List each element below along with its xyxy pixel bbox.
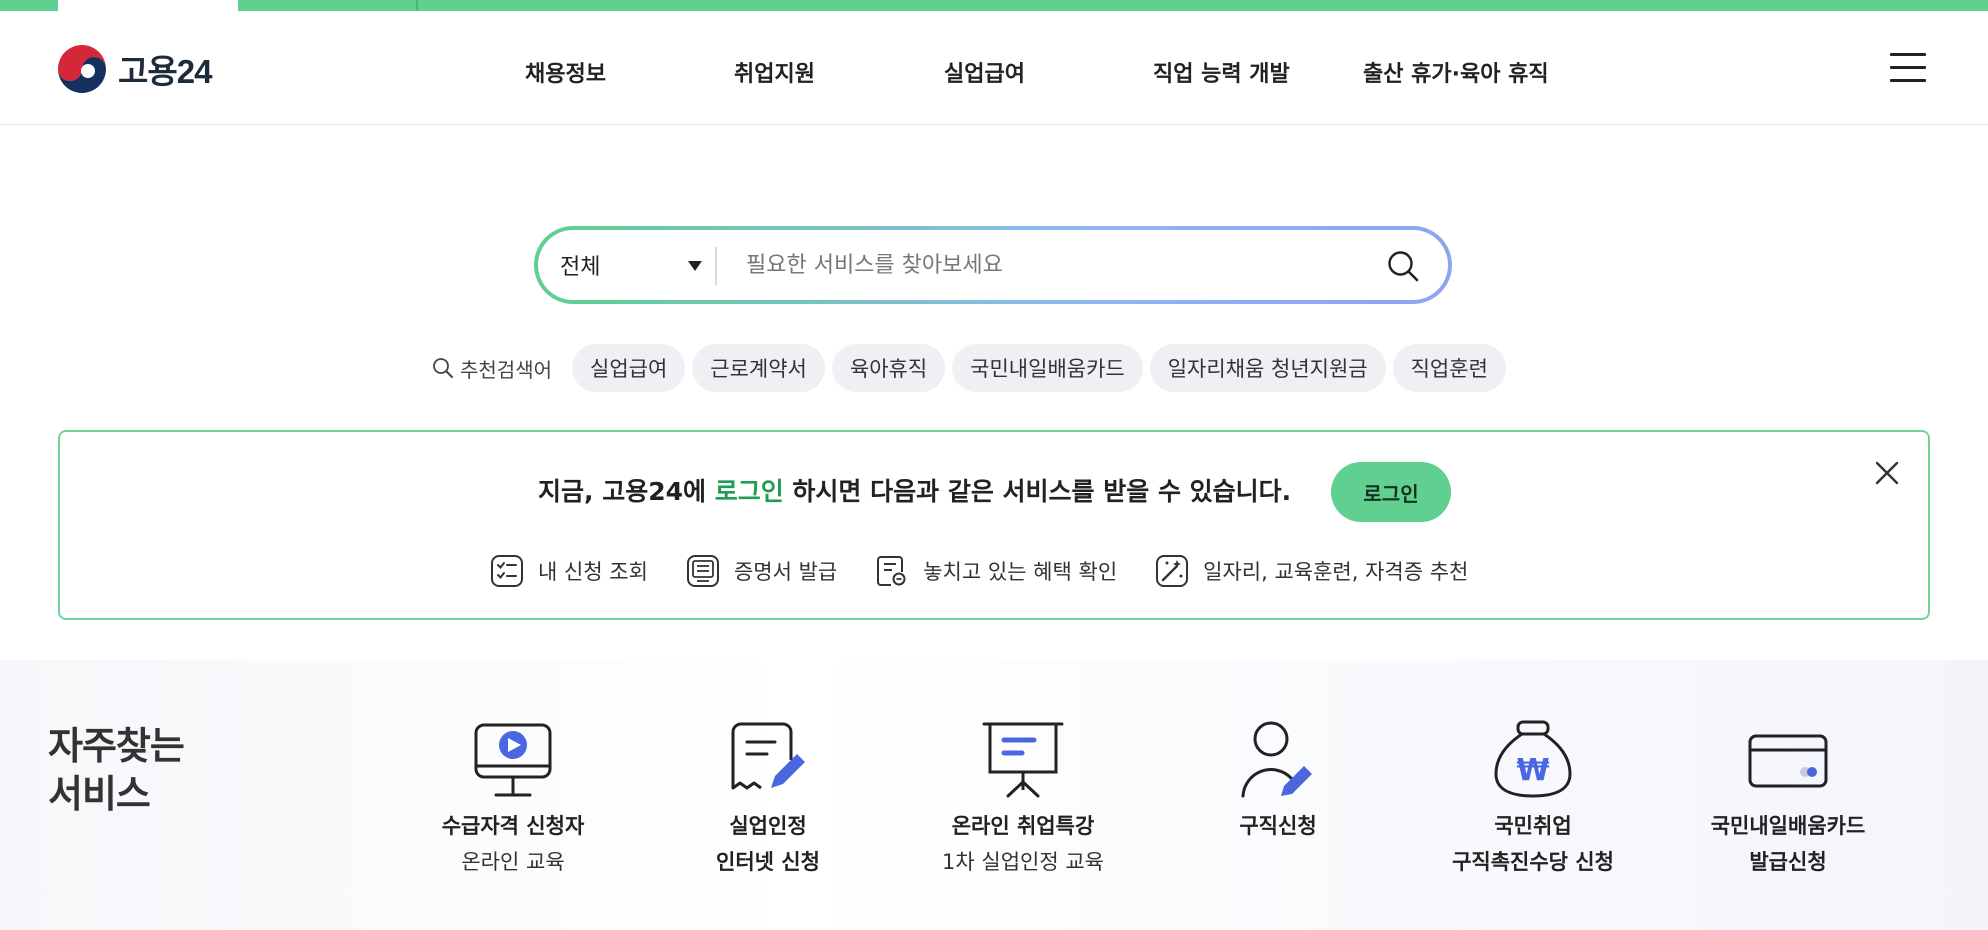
magic-wand-icon — [1156, 555, 1189, 587]
banner-login-link[interactable]: 로그인 — [715, 477, 784, 506]
recommended-keywords-label: 추천검색어 — [432, 354, 552, 383]
search-input[interactable] — [746, 244, 1346, 286]
taegeuk-logo-icon — [58, 45, 106, 93]
hamburger-line — [1890, 79, 1926, 82]
card-icon — [1748, 734, 1828, 788]
search-bar-inner: 전체 — [538, 230, 1448, 300]
close-icon[interactable] — [1874, 460, 1900, 486]
nav-item-employment-support[interactable]: 취업지원 — [734, 56, 815, 88]
frequent-services-title: 자주찾는 서비스 — [48, 722, 185, 818]
benefit-label: 내 신청 조회 — [538, 560, 648, 584]
benefit-missed-benefits: 놓치고 있는 혜택 확인 — [875, 554, 1117, 588]
banner-title-suffix: 하시면 다음과 같은 서비스를 받을 수 있습니다. — [783, 477, 1292, 506]
person-pen-icon — [1241, 721, 1312, 798]
service-line2: 발급신청 — [1749, 850, 1827, 874]
service-line2: 구직촉진수당 신청 — [1452, 850, 1614, 874]
benefit-label: 증명서 발급 — [733, 560, 838, 584]
benefit-my-applications: 내 신청 조회 — [490, 554, 648, 588]
svg-text:₩: ₩ — [1516, 753, 1549, 788]
service-line2: 인터넷 신청 — [716, 850, 820, 874]
service-learning-card[interactable]: 국민내일배움카드 발급신청 — [1678, 720, 1898, 876]
top-accent-gap — [58, 0, 238, 11]
benefit-label: 놓치고 있는 혜택 확인 — [923, 560, 1118, 584]
service-job-seeking-allowance[interactable]: ₩ 국민취업 구직촉진수당 신청 — [1423, 720, 1643, 876]
presentation-board-icon — [982, 722, 1064, 798]
service-line1: 국민내일배움카드 — [1710, 814, 1866, 838]
monitor-play-icon — [474, 723, 552, 797]
search-icon — [433, 358, 453, 378]
hamburger-icon[interactable] — [1890, 53, 1926, 83]
service-online-education[interactable]: 수급자격 신청자 온라인 교육 — [403, 720, 623, 876]
search-icon[interactable] — [1386, 249, 1420, 283]
nav-item-vocational-training[interactable]: 직업 능력 개발 — [1153, 56, 1290, 88]
top-accent-bar — [0, 0, 1988, 11]
service-line2: 1차 실업인정 교육 — [942, 850, 1104, 874]
keyword-chip[interactable]: 실업급여 — [572, 344, 686, 392]
recommended-keywords-text: 추천검색어 — [460, 357, 552, 382]
benefit-certificate: 증명서 발급 — [686, 554, 837, 588]
frequent-services-title-line1: 자주찾는 — [48, 724, 185, 768]
recommended-keywords: 추천검색어 실업급여 근로계약서 육아휴직 국민내일배움카드 일자리채움 청년지… — [432, 343, 1513, 393]
banner-title-prefix: 지금, 고용24에 — [538, 477, 715, 506]
login-banner: 지금, 고용24에 로그인 하시면 다음과 같은 서비스를 받을 수 있습니다.… — [58, 430, 1930, 620]
nav-item-unemployment-benefits[interactable]: 실업급여 — [944, 56, 1025, 88]
document-search-icon — [877, 556, 906, 586]
login-banner-title: 지금, 고용24에 로그인 하시면 다음과 같은 서비스를 받을 수 있습니다. — [538, 472, 1291, 508]
hamburger-line — [1890, 53, 1926, 56]
service-line1: 구직신청 — [1239, 814, 1317, 838]
site-logo[interactable]: 고용24 — [57, 44, 212, 94]
benefit-label: 일자리, 교육훈련, 자격증 추천 — [1203, 560, 1469, 584]
service-line1: 수급자격 신청자 — [441, 814, 585, 838]
login-benefits: 내 신청 조회 증명서 발급 놓치고 있는 혜택 확인 일자리, 교육훈련, 자… — [490, 554, 1506, 588]
keyword-chip[interactable]: 근로계약서 — [692, 344, 825, 392]
frequent-services-title-line2: 서비스 — [48, 772, 151, 816]
search-bar: 전체 — [534, 226, 1452, 304]
frequent-services: 자주찾는 서비스 수급자격 신청자 온라인 교육 실업인정 인터넷 신청 온라인… — [0, 660, 1988, 930]
checklist-icon — [491, 555, 523, 587]
nav-item-jobs[interactable]: 채용정보 — [525, 56, 606, 88]
search-category-select[interactable]: 전체 — [560, 230, 710, 300]
money-bag-icon: ₩ — [1494, 720, 1572, 798]
certificate-icon — [686, 555, 719, 587]
service-job-application[interactable]: 구직신청 — [1168, 720, 1388, 840]
keyword-chip[interactable]: 직업훈련 — [1392, 344, 1506, 392]
search-divider — [715, 247, 717, 285]
service-online-job-lecture[interactable]: 온라인 취업특강 1차 실업인정 교육 — [913, 720, 1133, 876]
document-pen-icon — [731, 722, 805, 790]
service-line1: 온라인 취업특강 — [951, 814, 1095, 838]
top-accent-tick — [416, 0, 418, 11]
benefit-recommendations: 일자리, 교육훈련, 자격증 추천 — [1155, 554, 1468, 588]
hamburger-line — [1890, 66, 1926, 69]
logo-text: 고용24 — [118, 53, 212, 90]
keyword-chip[interactable]: 국민내일배움카드 — [952, 344, 1143, 392]
service-line1: 실업인정 — [729, 814, 807, 838]
site-header: 고용24 채용정보 취업지원 실업급여 직업 능력 개발 출산 휴가·육아 휴직 — [0, 11, 1988, 125]
search-category-value: 전체 — [560, 255, 601, 280]
caret-down-icon — [688, 261, 702, 271]
login-button[interactable]: 로그인 — [1331, 462, 1451, 522]
service-unemployment-certification[interactable]: 실업인정 인터넷 신청 — [658, 720, 878, 876]
keyword-chip[interactable]: 일자리채움 청년지원금 — [1149, 344, 1386, 392]
nav-item-parental-leave[interactable]: 출산 휴가·육아 휴직 — [1363, 56, 1549, 88]
keyword-chip[interactable]: 육아휴직 — [831, 344, 946, 392]
service-line1: 국민취업 — [1494, 814, 1572, 838]
service-line2: 온라인 교육 — [461, 850, 565, 874]
